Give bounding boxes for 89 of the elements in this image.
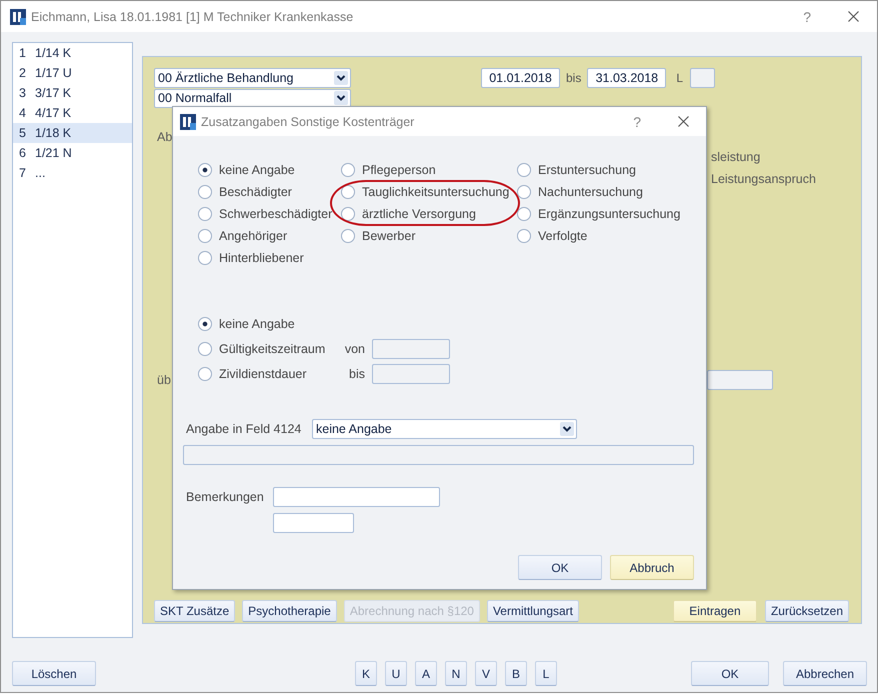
field-label: Ab [157,130,172,144]
field-label: bis [566,71,582,85]
field-label: bis [348,367,365,381]
radio-label: Hinterbliebener [219,251,304,265]
letter-button[interactable]: A [415,661,437,686]
radio-button[interactable] [341,207,355,221]
help-button[interactable]: ? [803,8,811,24]
dialog-title: Zusatzangaben Sonstige Kostenträger [201,114,414,128]
text-label: sleistung [711,149,760,166]
text-label: Leistungsanspruch [711,171,816,188]
action-button[interactable]: Eintragen [672,600,757,622]
dropdown[interactable]: 00 Ärztliche Behandlung [154,68,351,88]
radio-label: Angehöriger [219,229,288,243]
radio-button[interactable] [198,163,212,177]
radio-label: Tauglichkeitsuntersuchung [362,185,510,199]
radio-button[interactable] [517,207,531,221]
radio-button[interactable] [341,185,355,199]
close-icon[interactable] [678,116,689,127]
list-item[interactable]: 1 1/14 K [13,43,132,63]
action-button[interactable]: Psychotherapie [242,600,337,622]
radio-button[interactable] [517,229,531,243]
radio-button[interactable] [341,229,355,243]
cancel-button[interactable]: Abbruch [610,555,694,580]
letter-button[interactable]: V [475,661,497,686]
list-item[interactable]: 3 3/17 K [13,83,132,103]
radio-label: Gültigkeitszeitraum [219,342,326,356]
letter-button[interactable]: B [505,661,527,686]
field-label: üb [157,373,171,387]
chevron-down-icon [334,91,348,105]
field-label: L [676,71,684,85]
radio-button[interactable] [198,207,212,221]
input-field[interactable] [707,370,773,390]
letter-button[interactable]: L [535,661,557,686]
date-field[interactable]: 31.03.2018 [587,68,666,88]
letter-button[interactable]: K [355,661,377,686]
list-item[interactable]: 2 1/17 U [13,63,132,83]
radio-label: ärztliche Versorgung [362,207,476,221]
radio-label: Nachuntersuchung [538,185,643,199]
radio-label: Beschädigter [219,185,292,199]
action-button[interactable]: SKT Zusätze [154,600,236,622]
help-button[interactable]: ? [633,114,641,130]
action-button[interactable]: Zurücksetzen [764,600,849,622]
dropdown[interactable]: keine Angabe [312,419,577,439]
radio-label: Pflegeperson [362,163,436,177]
delete-button[interactable]: Löschen [12,661,96,686]
radio-button[interactable] [198,185,212,199]
radio-label: Zivildienstdauer [219,367,307,381]
list-item[interactable]: 5 1/18 K [13,123,132,143]
list-item[interactable]: 6 1/21 N [13,143,132,163]
radio-button[interactable] [198,317,212,331]
radio-label: Erstuntersuchung [538,163,636,177]
letter-button[interactable]: N [445,661,467,686]
ok-button[interactable]: OK [691,661,769,686]
radio-label: Verfolgte [538,229,588,243]
date-field[interactable]: 01.01.2018 [481,68,560,88]
radio-button[interactable] [198,342,212,356]
ok-button[interactable]: OK [518,555,602,580]
radio-button[interactable] [517,163,531,177]
date-field[interactable] [372,339,450,359]
list-item[interactable]: 4 4/17 K [13,103,132,123]
input-field[interactable] [183,445,694,465]
input-field[interactable] [273,487,440,507]
radio-button[interactable] [517,185,531,199]
logo-icon [180,114,196,130]
radio-label: keine Angabe [219,317,295,331]
logo-icon [10,8,26,24]
date-field[interactable] [372,364,450,384]
radio-label: keine Angabe [219,163,295,177]
input-field[interactable] [273,513,354,533]
radio-label: Bewerber [362,229,416,243]
field-label: von [344,342,365,356]
radio-button[interactable] [341,163,355,177]
input-field[interactable] [690,68,716,88]
close-icon[interactable] [848,11,859,22]
field-label: Angabe in Feld 4124 [185,422,302,436]
chevron-down-icon [334,71,348,85]
field-label: Bemerkungen [185,490,264,504]
cancel-button[interactable]: Abbrechen [783,661,867,686]
radio-button[interactable] [198,229,212,243]
action-button[interactable]: Vermittlungsart [486,600,580,622]
radio-label: Ergänzungsuntersuchung [538,207,680,221]
radio-label: Schwerbeschädigter [219,207,332,221]
dropdown[interactable]: 00 Normalfall [154,89,351,108]
radio-button[interactable] [198,367,212,381]
chevron-down-icon [560,422,574,436]
letter-button[interactable]: U [385,661,407,686]
radio-button[interactable] [198,251,212,265]
list-item[interactable]: 7 ... [13,163,132,183]
window-title: Eichmann, Lisa 18.01.1981 [1] M Techniker Krankenkasse [31,10,354,24]
